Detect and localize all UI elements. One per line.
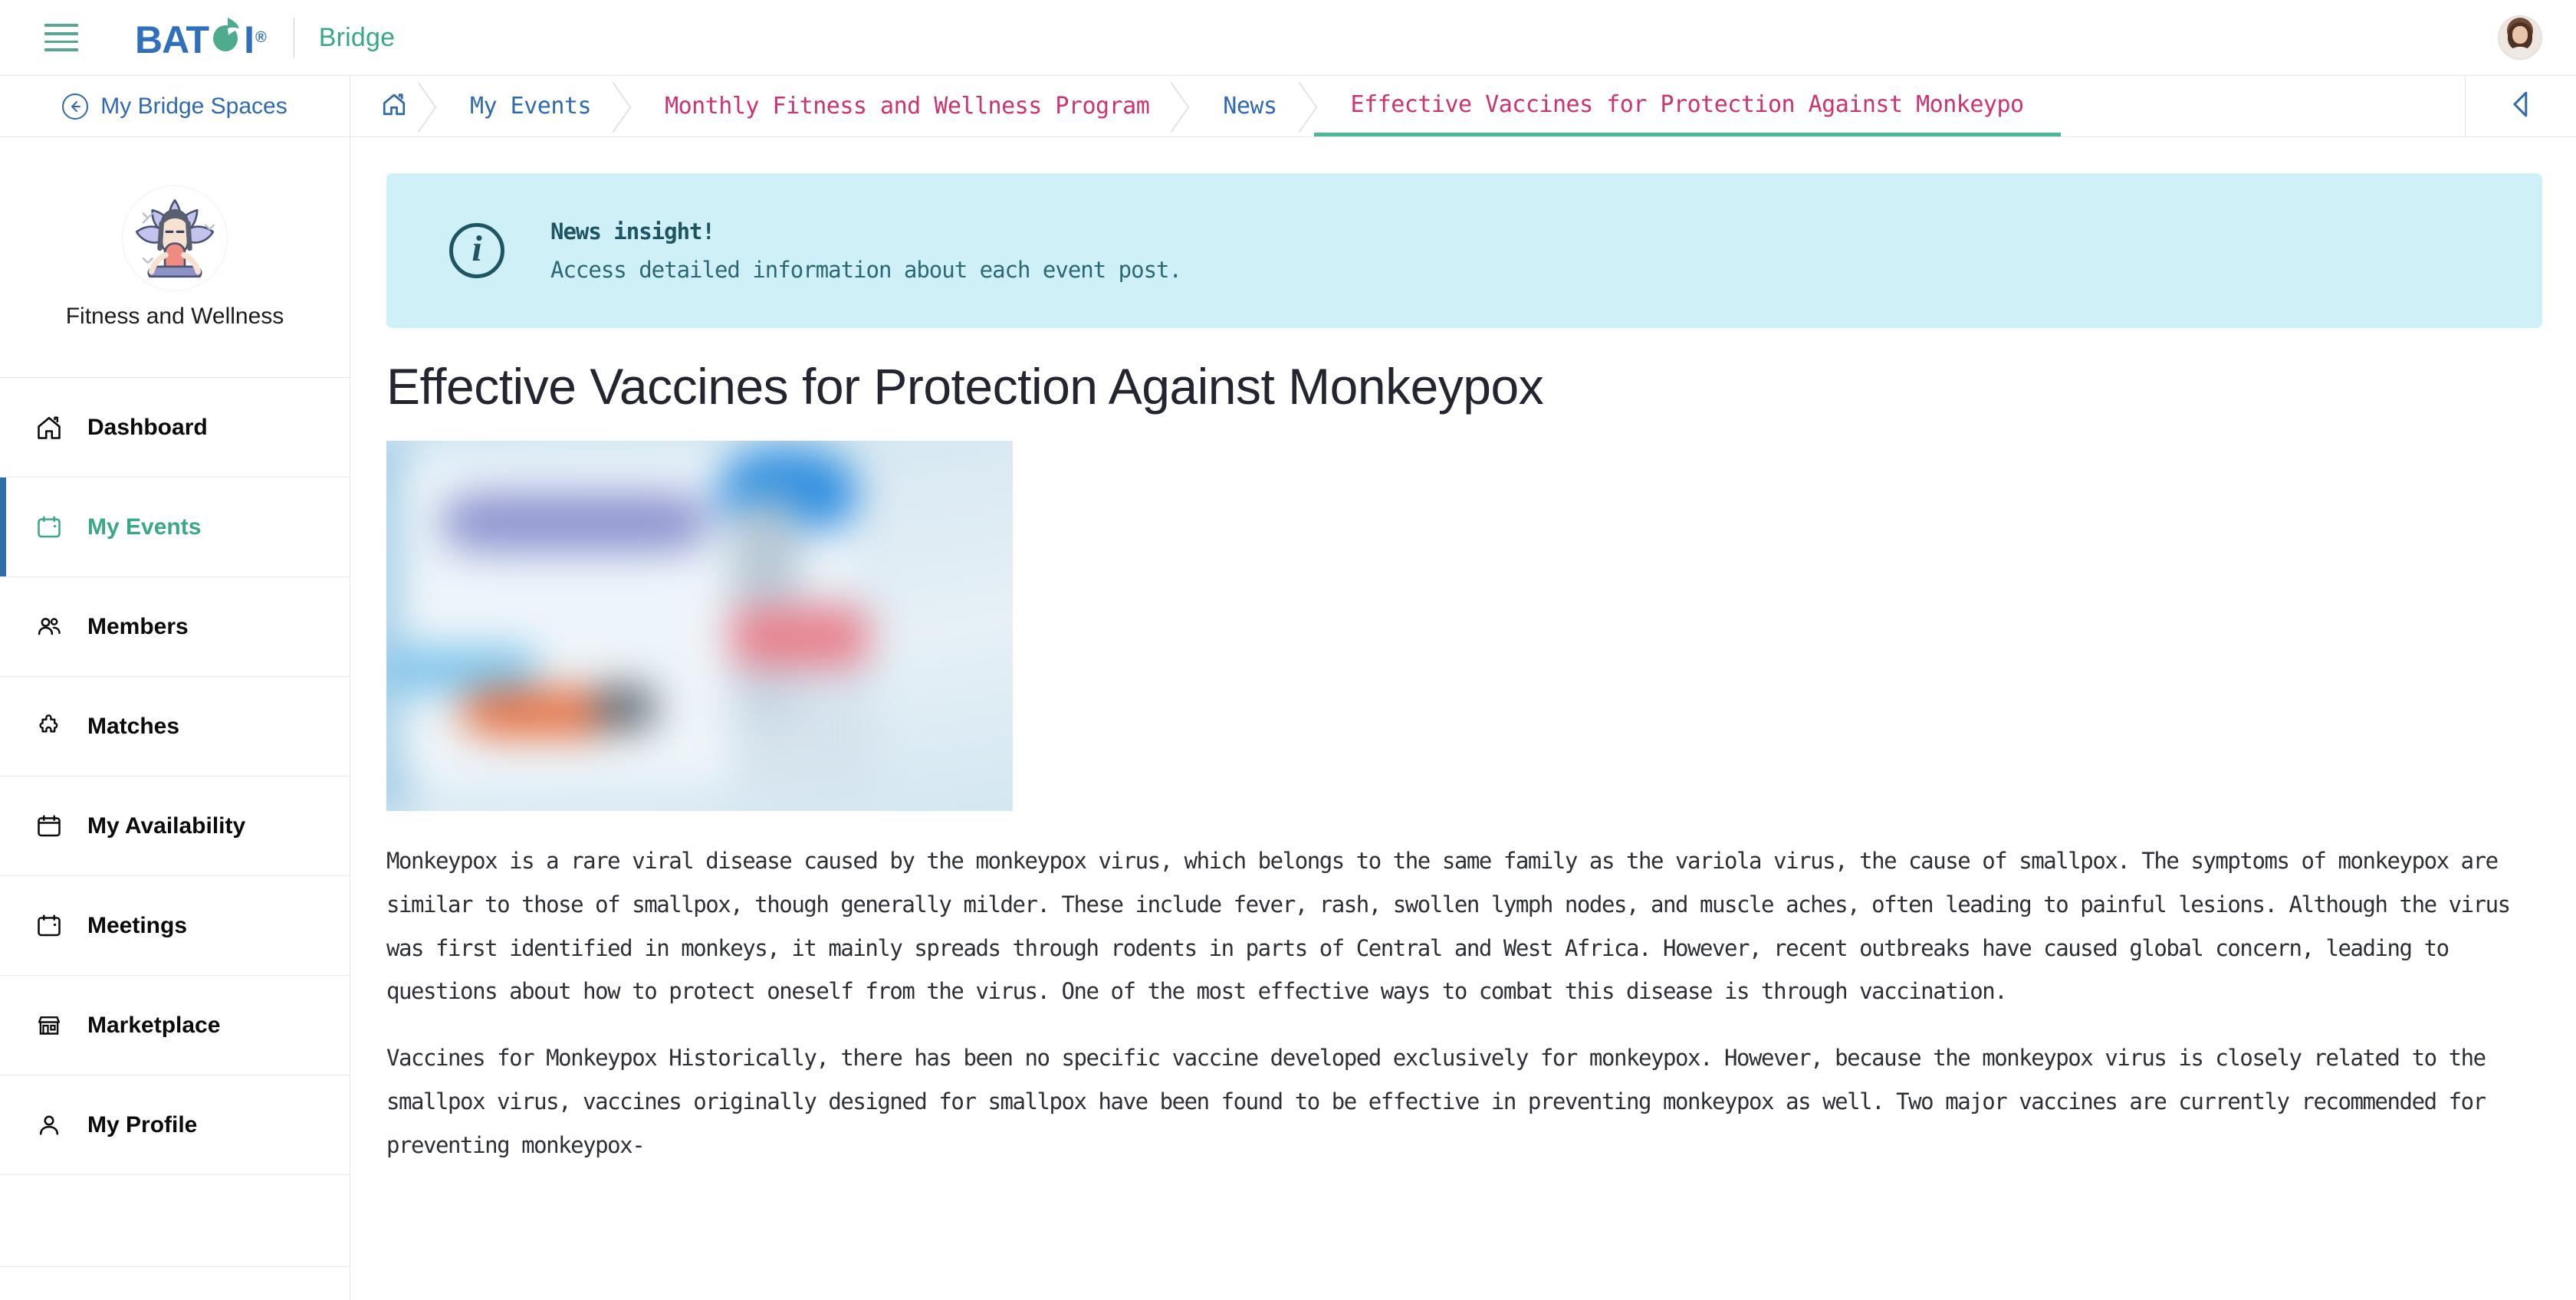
home-icon xyxy=(381,91,407,121)
sidebar-item-my-profile[interactable]: My Profile xyxy=(0,1075,350,1175)
avatar-face xyxy=(2512,26,2528,44)
calendar-icon xyxy=(34,512,64,543)
chevron-left-icon xyxy=(2508,90,2534,123)
breadcrumb-item-my-events[interactable]: My Events xyxy=(433,76,628,136)
news-insight-text: News insight! Access detailed informatio… xyxy=(550,218,1182,283)
sidebar-item-label: Matches xyxy=(87,713,180,739)
sidebar-item-label: My Events xyxy=(87,514,202,540)
sidebar-item-my-availability[interactable]: My Availability xyxy=(0,776,350,876)
puzzle-icon xyxy=(34,711,64,742)
vaccine-photo-blurred xyxy=(386,441,1013,811)
info-circle-icon: i xyxy=(449,223,504,278)
sidebar-item-label: Marketplace xyxy=(87,1012,221,1038)
news-insight-subtitle: Access detailed information about each e… xyxy=(550,257,1182,283)
users-icon xyxy=(34,612,64,642)
registered-mark: ® xyxy=(255,29,267,46)
news-insight-title: News insight! xyxy=(550,218,715,245)
calendar-icon xyxy=(34,911,64,941)
batoi-logo[interactable]: BAT I ® xyxy=(135,16,267,59)
space-card[interactable]: Fitness and Wellness xyxy=(0,137,350,378)
top-bar: BAT I ® Bridge xyxy=(0,0,2576,76)
sidebar-spacer xyxy=(0,1175,350,1267)
figure-blur-layer xyxy=(386,441,1013,811)
article-paragraph: Vaccines for Monkeypox Historically, the… xyxy=(386,1045,2486,1158)
home-icon xyxy=(34,412,64,443)
main-content: i News insight! Access detailed informat… xyxy=(350,137,2576,1300)
avatar[interactable] xyxy=(2498,15,2542,60)
space-name: Fitness and Wellness xyxy=(65,303,284,329)
my-bridge-spaces-button[interactable]: My Bridge Spaces xyxy=(0,76,350,136)
breadcrumb-label: My Events xyxy=(470,93,592,120)
calendar-icon xyxy=(34,811,64,842)
figure-blob xyxy=(731,607,869,667)
avatar-body xyxy=(2509,47,2531,59)
breadcrumb-item-program[interactable]: Monthly Fitness and Wellness Program xyxy=(628,76,1186,136)
arrow-left-circle-icon xyxy=(62,93,89,120)
person-icon xyxy=(34,1110,64,1141)
product-name: Bridge xyxy=(318,22,396,52)
my-bridge-spaces-label: My Bridge Spaces xyxy=(100,93,288,119)
sidebar-item-my-events[interactable]: My Events xyxy=(0,478,350,577)
sidebar-item-marketplace[interactable]: Marketplace xyxy=(0,976,350,1075)
sidebar-item-label: Members xyxy=(87,613,189,639)
breadcrumb: My Events Monthly Fitness and Wellness P… xyxy=(350,76,2465,136)
breadcrumb-home[interactable] xyxy=(350,76,433,136)
article-paragraph: Monkeypox is a rare viral disease caused… xyxy=(386,848,2511,1005)
page-title: Effective Vaccines for Protection Agains… xyxy=(386,358,1544,415)
breadcrumb-label: News xyxy=(1223,93,1277,120)
figure-blob xyxy=(442,492,706,552)
figure-blob xyxy=(593,684,656,730)
breadcrumb-label: Monthly Fitness and Wellness Program xyxy=(665,93,1150,120)
sidebar-item-label: My Profile xyxy=(87,1111,198,1138)
sidebar: Fitness and Wellness Dashboard My Events… xyxy=(0,137,350,1300)
breadcrumb-item-news[interactable]: News xyxy=(1186,76,1313,136)
breadcrumb-label: Effective Vaccines for Protection Agains… xyxy=(1350,90,2025,118)
brand-wordmark: BAT I xyxy=(135,16,255,59)
figure-blob xyxy=(386,648,537,693)
store-icon xyxy=(34,1010,64,1041)
leaf-o-icon xyxy=(209,16,243,53)
sidebar-item-dashboard[interactable]: Dashboard xyxy=(0,378,350,478)
breadcrumb-item-current[interactable]: Effective Vaccines for Protection Agains… xyxy=(1313,76,2061,136)
hamburger-icon[interactable] xyxy=(44,24,78,51)
sidebar-item-label: My Availability xyxy=(87,812,246,839)
sidebar-item-matches[interactable]: Matches xyxy=(0,677,350,776)
sidebar-item-label: Meetings xyxy=(87,912,188,938)
collapse-panel-button[interactable] xyxy=(2465,76,2576,136)
sidebar-item-label: Dashboard xyxy=(87,414,208,440)
news-insight-banner: i News insight! Access detailed informat… xyxy=(386,173,2542,328)
breadcrumb-bar: My Bridge Spaces My Events Monthly Fitne… xyxy=(0,76,2576,137)
sidebar-item-members[interactable]: Members xyxy=(0,577,350,677)
yoga-lotus-avatar xyxy=(122,185,228,291)
sidebar-item-meetings[interactable]: Meetings xyxy=(0,876,350,976)
topbar-right-group xyxy=(2498,15,2542,60)
